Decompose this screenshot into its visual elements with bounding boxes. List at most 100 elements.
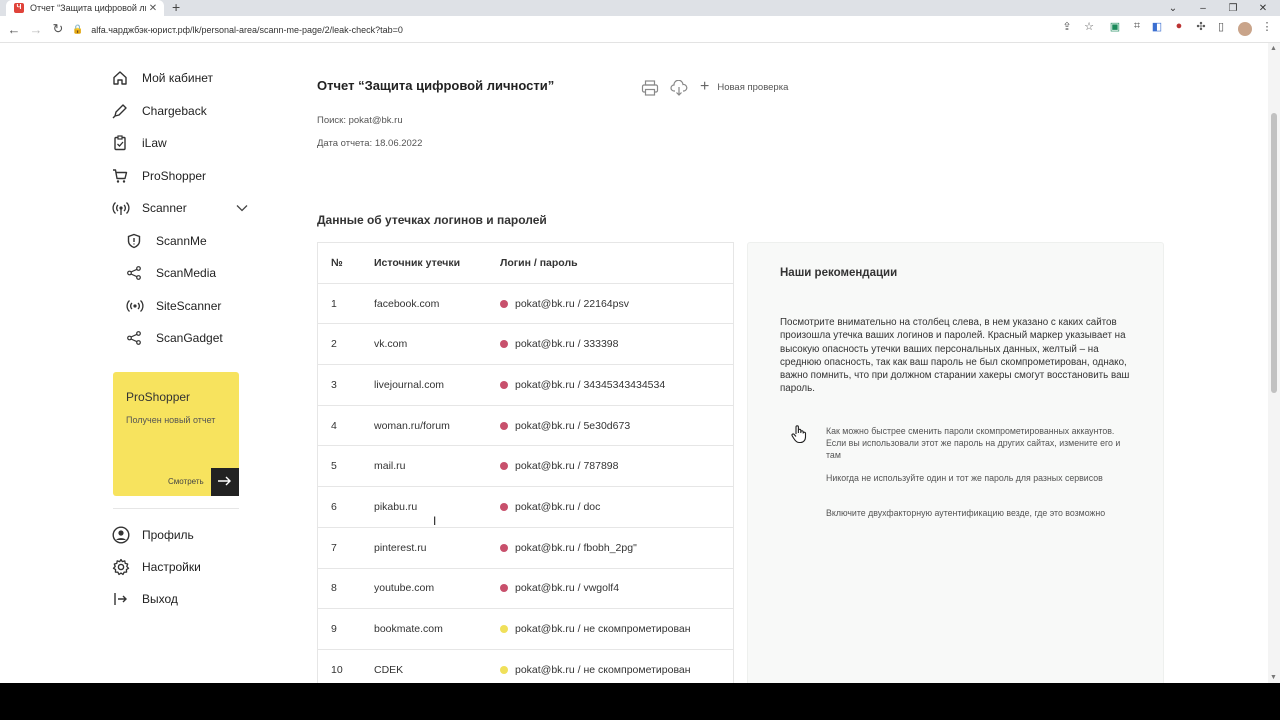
address-bar[interactable]: 🔒 alfa.чарджбэк-юрист.рф/lk/personal-are… (72, 20, 1102, 39)
minimize-icon[interactable]: – (1188, 0, 1218, 16)
print-icon[interactable] (641, 79, 659, 97)
sidebar-item-label: Настройки (142, 560, 201, 574)
arrow-right-icon (218, 473, 232, 491)
risk-marker-icon (500, 543, 508, 552)
browser-menu-icon[interactable]: ⋮ (1258, 20, 1276, 33)
back-icon[interactable]: ← (3, 22, 25, 37)
hand-cursor-icon (790, 424, 808, 449)
promo-card-proshopper[interactable]: ProShopper Получен новый отчет Смотреть (113, 372, 239, 496)
lock-icon[interactable]: 🔒 (72, 24, 83, 35)
promo-arrow-button[interactable] (211, 468, 239, 496)
url-text: alfa.чарджбэк-юрист.рф/lk/personal-area/… (91, 24, 403, 35)
cloud-download-icon[interactable] (670, 79, 688, 97)
chevron-down-icon[interactable] (236, 201, 248, 215)
table-row: 2 vk.com pokat@bk.ru / 333398 (318, 324, 733, 366)
sidebar-bottom-nav: Профиль Настройки Выход (108, 519, 268, 615)
promo-view-link[interactable]: Смотреть (168, 477, 204, 486)
extension-capture-icon[interactable]: ⌗ (1128, 20, 1146, 33)
clipboard-icon (108, 135, 134, 151)
scroll-up-icon[interactable]: ▲ (1270, 45, 1277, 52)
new-check-button[interactable]: + Новая проверка (700, 78, 788, 95)
gear-icon (108, 558, 134, 576)
risk-marker-icon (500, 665, 508, 674)
extensions-puzzle-icon[interactable]: ✣ (1192, 20, 1210, 33)
row-credentials-cell: pokat@bk.ru / не скомпрометирован (500, 623, 733, 635)
text-cursor-icon: I (433, 514, 437, 528)
row-credentials-cell: pokat@bk.ru / 34345343434534 (500, 379, 733, 391)
browser-window: Ч Отчет “Защита цифровой личн ✕ + ⌄ – ❐ … (0, 0, 1280, 683)
sidebar-item-logout[interactable]: Выход (108, 583, 268, 615)
table-row: 4 woman.ru/forum pokat@bk.ru / 5e30d673 (318, 406, 733, 447)
favicon-icon: Ч (14, 3, 24, 13)
scrollbar-thumb[interactable] (1271, 113, 1277, 393)
row-source: livejournal.com (374, 378, 445, 391)
row-number: 9 (331, 623, 337, 636)
home-icon (108, 70, 134, 86)
sidebar-item-settings[interactable]: Настройки (108, 551, 268, 583)
sidebar-subitem-sitescanner[interactable]: SiteScanner (108, 290, 268, 323)
section-title: Данные об утечках логинов и паролей (317, 213, 547, 227)
reload-icon[interactable]: ↻ (47, 21, 69, 37)
sidebar-item-my-cabinet[interactable]: Мой кабинет (108, 62, 268, 95)
risk-marker-icon (500, 625, 508, 634)
search-query: Поиск: pokat@bk.ru (317, 115, 403, 126)
sidebar-item-label: Выход (142, 592, 178, 606)
new-tab-button[interactable]: + (172, 0, 180, 14)
row-credentials-cell: pokat@bk.ru / doc (500, 501, 733, 513)
row-credentials-cell: pokat@bk.ru / не скомпрометирован (500, 664, 733, 676)
row-credentials-cell: pokat@bk.ru / fbobh_2pg" (500, 542, 733, 554)
promo-text: Получен новый отчет (126, 415, 216, 425)
table-row: 7 pinterest.ru pokat@bk.ru / fbobh_2pg" (318, 528, 733, 569)
row-credentials-cell: pokat@bk.ru / 787898 (500, 460, 733, 472)
broadcast-icon (108, 200, 134, 216)
row-credentials: pokat@bk.ru / vwgolf4 (515, 582, 620, 595)
sidebar-subitem-scanmedia[interactable]: ScanMedia (108, 257, 268, 290)
row-credentials: pokat@bk.ru / 34345343434534 (515, 378, 666, 391)
extension-translate-icon[interactable]: ◧ (1148, 20, 1166, 33)
sidebar-subitem-scannme[interactable]: ScannMe (108, 225, 268, 258)
sidebar-subitem-scangadget[interactable]: ScanGadget (108, 322, 268, 355)
scroll-down-icon[interactable]: ▼ (1270, 674, 1277, 681)
tab-search-icon[interactable]: ⌄ (1158, 0, 1188, 16)
page-scrollbar[interactable]: ▲ ▼ (1268, 43, 1280, 683)
profile-avatar[interactable] (1238, 22, 1252, 36)
sidebar-item-proshopper[interactable]: ProShopper (108, 160, 268, 193)
recommendation-tip: Как можно быстрее сменить пароли скомпро… (826, 426, 1121, 460)
column-header-source: Источник утечки (374, 256, 461, 269)
sidebar-item-label: ScanMedia (156, 266, 217, 281)
broadcast-icon (122, 298, 148, 314)
recommendation-tip: Никогда не используйте один и тот же пар… (826, 473, 1103, 483)
sidebar-item-scanner[interactable]: Scanner (108, 192, 268, 225)
row-source: facebook.com (374, 297, 440, 310)
recommendations-title: Наши рекомендации (780, 267, 898, 279)
forward-icon[interactable]: → (25, 22, 47, 37)
close-tab-icon[interactable]: ✕ (146, 3, 160, 14)
bookmark-star-icon[interactable]: ☆ (1080, 20, 1098, 33)
share-page-icon[interactable]: ⇪ (1058, 20, 1076, 33)
table-header-row: № Источник утечки Логин / пароль (318, 243, 733, 284)
promo-title: ProShopper (126, 390, 191, 404)
sidebar-item-ilaw[interactable]: iLaw (108, 127, 268, 160)
plus-icon: + (700, 78, 710, 95)
table-row: 9 bookmate.com pokat@bk.ru / не скомпромет… (318, 609, 733, 650)
row-credentials: pokat@bk.ru / не скомпрометирован (515, 623, 691, 636)
sidebar-item-label: Мой кабинет (142, 71, 214, 86)
row-number: 2 (331, 338, 337, 351)
sidebar-item-chargeback[interactable]: Chargeback (108, 95, 268, 128)
extension-n-icon[interactable]: ▣ (1106, 20, 1124, 33)
row-source: vk.com (374, 338, 408, 351)
table-row: 8 youtube.com pokat@bk.ru / vwgolf4 (318, 569, 733, 610)
browser-tab[interactable]: Ч Отчет “Защита цифровой личн ✕ (6, 0, 164, 16)
extension-red-icon[interactable]: ● (1170, 20, 1188, 32)
recommendations-panel: Наши рекомендации Посмотрите внимательно… (747, 242, 1164, 683)
leak-table: № Источник утечки Логин / пароль 1 facebo… (317, 242, 734, 683)
row-number: 3 (331, 378, 337, 391)
row-credentials-cell: pokat@bk.ru / 5e30d673 (500, 420, 733, 432)
table-row: 5 mail.ru pokat@bk.ru / 787898 (318, 446, 733, 488)
sidebar-item-profile[interactable]: Профиль (108, 519, 268, 551)
side-panel-icon[interactable]: ▯ (1212, 20, 1230, 33)
restore-icon[interactable]: ❐ (1218, 0, 1248, 16)
row-credentials: pokat@bk.ru / doc (515, 500, 601, 513)
close-window-icon[interactable]: ✕ (1248, 0, 1278, 16)
cart-icon (108, 168, 134, 184)
